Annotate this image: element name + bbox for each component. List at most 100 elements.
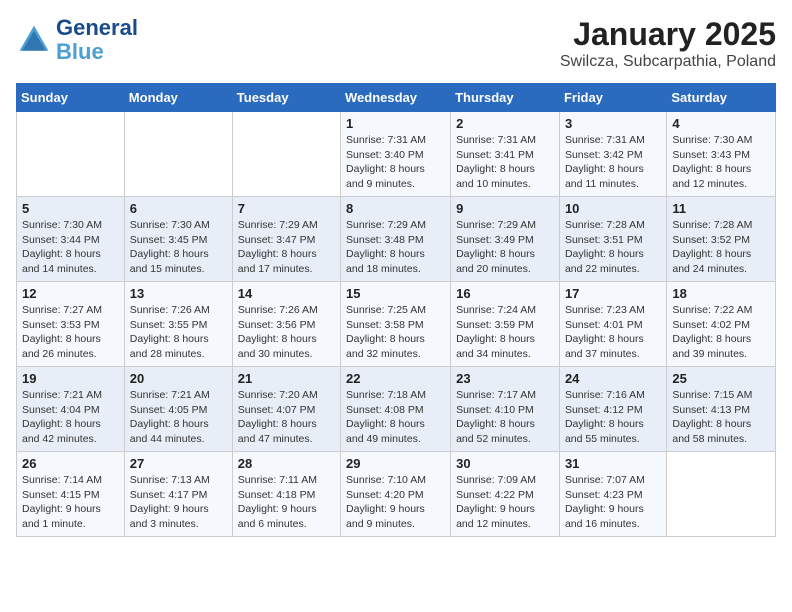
day-info: Sunrise: 7:07 AM Sunset: 4:23 PM Dayligh… — [565, 473, 661, 532]
day-info: Sunrise: 7:18 AM Sunset: 4:08 PM Dayligh… — [346, 388, 445, 447]
day-info: Sunrise: 7:15 AM Sunset: 4:13 PM Dayligh… — [672, 388, 770, 447]
day-number: 13 — [130, 286, 227, 301]
calendar-table: SundayMondayTuesdayWednesdayThursdayFrid… — [16, 83, 776, 537]
day-info: Sunrise: 7:26 AM Sunset: 3:56 PM Dayligh… — [238, 303, 335, 362]
day-number: 27 — [130, 456, 227, 471]
day-info: Sunrise: 7:29 AM Sunset: 3:49 PM Dayligh… — [456, 218, 554, 277]
day-cell: 10 Sunrise: 7:28 AM Sunset: 3:51 PM Dayli… — [559, 197, 666, 282]
day-cell — [667, 452, 776, 537]
day-cell: 30 Sunrise: 7:09 AM Sunset: 4:22 PM Dayli… — [451, 452, 560, 537]
week-row-2: 5 Sunrise: 7:30 AM Sunset: 3:44 PM Daylig… — [17, 197, 776, 282]
day-header-wednesday: Wednesday — [341, 84, 451, 112]
day-number: 25 — [672, 371, 770, 386]
day-cell: 18Sunrise: 7:22 AM Sunset: 4:02 PM Dayli… — [667, 282, 776, 367]
day-info: Sunrise: 7:20 AM Sunset: 4:07 PM Dayligh… — [238, 388, 335, 447]
day-info: Sunrise: 7:29 AM Sunset: 3:48 PM Dayligh… — [346, 218, 445, 277]
day-info: Sunrise: 7:30 AM Sunset: 3:44 PM Dayligh… — [22, 218, 119, 277]
day-info: Sunrise: 7:28 AM Sunset: 3:51 PM Dayligh… — [565, 218, 661, 277]
day-number: 21 — [238, 371, 335, 386]
week-row-4: 19 Sunrise: 7:21 AM Sunset: 4:04 PM Dayli… — [17, 367, 776, 452]
day-cell — [232, 112, 340, 197]
day-number: 30 — [456, 456, 554, 471]
day-number: 15 — [346, 286, 445, 301]
day-number: 10 — [565, 201, 661, 216]
page-header: General Blue January 2025 Swilcza, Subca… — [16, 16, 776, 71]
day-cell: 28 Sunrise: 7:11 AM Sunset: 4:18 PM Dayli… — [232, 452, 340, 537]
day-number: 14 — [238, 286, 335, 301]
title-block: January 2025 Swilcza, Subcarpathia, Pola… — [560, 16, 776, 71]
day-info: Sunrise: 7:31 AM Sunset: 3:42 PM Dayligh… — [565, 133, 661, 192]
day-cell — [124, 112, 232, 197]
day-info: Sunrise: 7:29 AM Sunset: 3:47 PM Dayligh… — [238, 218, 335, 277]
day-number: 2 — [456, 116, 554, 131]
logo: General Blue — [16, 16, 138, 64]
day-cell: 3 Sunrise: 7:31 AM Sunset: 3:42 PM Daylig… — [559, 112, 666, 197]
day-cell: 19 Sunrise: 7:21 AM Sunset: 4:04 PM Dayli… — [17, 367, 125, 452]
day-info: Sunrise: 7:13 AM Sunset: 4:17 PM Dayligh… — [130, 473, 227, 532]
day-number: 16 — [456, 286, 554, 301]
day-info: Sunrise: 7:30 AM Sunset: 3:43 PM Dayligh… — [672, 133, 770, 192]
day-cell: 20 Sunrise: 7:21 AM Sunset: 4:05 PM Dayli… — [124, 367, 232, 452]
calendar-subtitle: Swilcza, Subcarpathia, Poland — [560, 53, 776, 71]
day-cell: 14 Sunrise: 7:26 AM Sunset: 3:56 PM Dayli… — [232, 282, 340, 367]
day-number: 18 — [672, 286, 770, 301]
day-info: Sunrise: 7:11 AM Sunset: 4:18 PM Dayligh… — [238, 473, 335, 532]
day-info: Sunrise: 7:10 AM Sunset: 4:20 PM Dayligh… — [346, 473, 445, 532]
day-number: 26 — [22, 456, 119, 471]
week-row-5: 26 Sunrise: 7:14 AM Sunset: 4:15 PM Dayli… — [17, 452, 776, 537]
day-cell: 22Sunrise: 7:18 AM Sunset: 4:08 PM Dayli… — [341, 367, 451, 452]
day-number: 23 — [456, 371, 554, 386]
day-info: Sunrise: 7:24 AM Sunset: 3:59 PM Dayligh… — [456, 303, 554, 362]
day-cell — [17, 112, 125, 197]
day-cell: 4 Sunrise: 7:30 AM Sunset: 3:43 PM Daylig… — [667, 112, 776, 197]
logo-icon — [16, 22, 52, 58]
day-info: Sunrise: 7:09 AM Sunset: 4:22 PM Dayligh… — [456, 473, 554, 532]
day-info: Sunrise: 7:16 AM Sunset: 4:12 PM Dayligh… — [565, 388, 661, 447]
day-number: 31 — [565, 456, 661, 471]
day-number: 19 — [22, 371, 119, 386]
day-number: 29 — [346, 456, 445, 471]
day-header-tuesday: Tuesday — [232, 84, 340, 112]
day-cell: 21 Sunrise: 7:20 AM Sunset: 4:07 PM Dayli… — [232, 367, 340, 452]
day-cell: 29 Sunrise: 7:10 AM Sunset: 4:20 PM Dayli… — [341, 452, 451, 537]
day-number: 7 — [238, 201, 335, 216]
day-info: Sunrise: 7:21 AM Sunset: 4:04 PM Dayligh… — [22, 388, 119, 447]
day-info: Sunrise: 7:25 AM Sunset: 3:58 PM Dayligh… — [346, 303, 445, 362]
day-cell: 26 Sunrise: 7:14 AM Sunset: 4:15 PM Dayli… — [17, 452, 125, 537]
day-number: 1 — [346, 116, 445, 131]
day-info: Sunrise: 7:26 AM Sunset: 3:55 PM Dayligh… — [130, 303, 227, 362]
day-cell: 8 Sunrise: 7:29 AM Sunset: 3:48 PM Daylig… — [341, 197, 451, 282]
day-cell: 13 Sunrise: 7:26 AM Sunset: 3:55 PM Dayli… — [124, 282, 232, 367]
day-header-thursday: Thursday — [451, 84, 560, 112]
day-number: 6 — [130, 201, 227, 216]
day-cell: 7 Sunrise: 7:29 AM Sunset: 3:47 PM Daylig… — [232, 197, 340, 282]
day-info: Sunrise: 7:28 AM Sunset: 3:52 PM Dayligh… — [672, 218, 770, 277]
day-cell: 15 Sunrise: 7:25 AM Sunset: 3:58 PM Dayli… — [341, 282, 451, 367]
day-number: 20 — [130, 371, 227, 386]
week-row-1: 1Sunrise: 7:31 AM Sunset: 3:40 PM Daylig… — [17, 112, 776, 197]
day-number: 4 — [672, 116, 770, 131]
day-number: 11 — [672, 201, 770, 216]
day-header-monday: Monday — [124, 84, 232, 112]
logo-text: General Blue — [56, 16, 138, 64]
day-info: Sunrise: 7:23 AM Sunset: 4:01 PM Dayligh… — [565, 303, 661, 362]
day-info: Sunrise: 7:30 AM Sunset: 3:45 PM Dayligh… — [130, 218, 227, 277]
day-cell: 23Sunrise: 7:17 AM Sunset: 4:10 PM Dayli… — [451, 367, 560, 452]
days-header-row: SundayMondayTuesdayWednesdayThursdayFrid… — [17, 84, 776, 112]
day-number: 8 — [346, 201, 445, 216]
calendar-title: January 2025 — [560, 16, 776, 53]
day-cell: 27 Sunrise: 7:13 AM Sunset: 4:17 PM Dayli… — [124, 452, 232, 537]
day-cell: 31 Sunrise: 7:07 AM Sunset: 4:23 PM Dayli… — [559, 452, 666, 537]
day-header-saturday: Saturday — [667, 84, 776, 112]
day-info: Sunrise: 7:27 AM Sunset: 3:53 PM Dayligh… — [22, 303, 119, 362]
day-number: 17 — [565, 286, 661, 301]
day-info: Sunrise: 7:21 AM Sunset: 4:05 PM Dayligh… — [130, 388, 227, 447]
day-number: 3 — [565, 116, 661, 131]
day-cell: 5 Sunrise: 7:30 AM Sunset: 3:44 PM Daylig… — [17, 197, 125, 282]
day-number: 5 — [22, 201, 119, 216]
day-cell: 9Sunrise: 7:29 AM Sunset: 3:49 PM Daylig… — [451, 197, 560, 282]
day-cell: 24Sunrise: 7:16 AM Sunset: 4:12 PM Dayli… — [559, 367, 666, 452]
day-cell: 12Sunrise: 7:27 AM Sunset: 3:53 PM Dayli… — [17, 282, 125, 367]
day-info: Sunrise: 7:14 AM Sunset: 4:15 PM Dayligh… — [22, 473, 119, 532]
day-number: 28 — [238, 456, 335, 471]
